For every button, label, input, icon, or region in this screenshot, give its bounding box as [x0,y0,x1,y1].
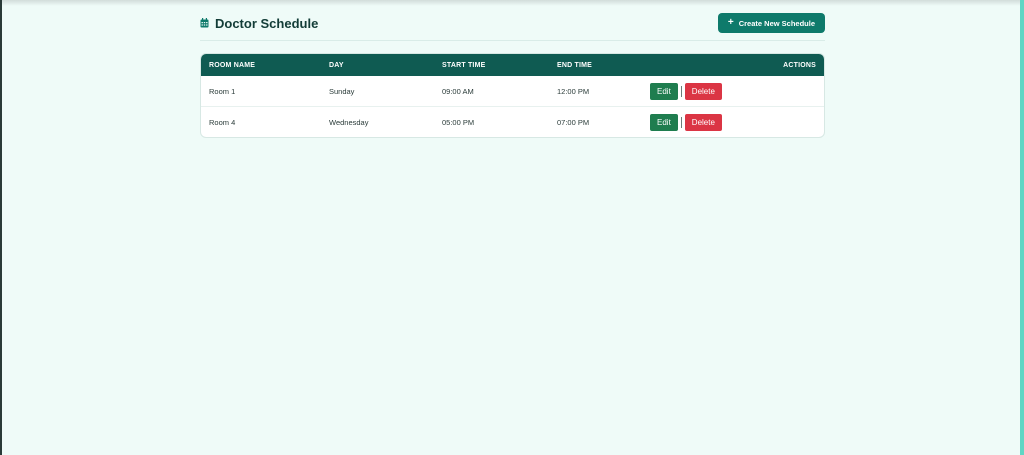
page: Doctor Schedule + Create New Schedule RO… [0,0,1024,455]
cell-day: Wednesday [329,117,369,127]
column-header-end: END TIME [557,61,593,69]
table-header-row: ROOM NAME DAY START TIME END TIME ACTION… [201,54,824,76]
cell-end-time: 12:00 PM [557,86,590,96]
action-separator [680,85,682,97]
cell-start-time: 05:00 PM [442,117,475,127]
create-schedule-label: Create New Schedule [738,18,815,28]
plus-icon: + [727,17,734,28]
cell-end-time: 07:00 PM [557,117,590,127]
cell-start-time: 09:00 AM [442,86,474,96]
calendar-icon [200,18,209,28]
table-row: Room 1 Sunday 09:00 AM 12:00 PM Edit Del… [201,76,824,107]
cell-room: Room 1 [209,86,236,96]
page-title: Doctor Schedule [215,15,319,31]
column-header-room: ROOM NAME [209,61,256,69]
cell-actions: Edit Delete [642,107,824,138]
row-actions: Edit Delete [650,76,816,106]
cell-room: Room 4 [209,117,236,127]
action-separator [680,116,682,128]
column-header-day: DAY [329,61,344,69]
table-row: Room 4 Wednesday 05:00 PM 07:00 PM Edit … [201,106,824,138]
top-shadow [2,0,1022,6]
schedule-table: ROOM NAME DAY START TIME END TIME ACTION… [201,54,824,137]
column-header-start: START TIME [442,61,486,69]
cell-day: Sunday [329,86,355,96]
page-header: Doctor Schedule + Create New Schedule [200,12,825,34]
delete-button[interactable]: Delete [684,113,722,131]
header-divider [200,40,825,41]
create-schedule-button[interactable]: + Create New Schedule [717,13,825,33]
title-group: Doctor Schedule [200,16,318,31]
cell-actions: Edit Delete [642,76,824,107]
column-header-actions: ACTIONS [783,61,816,69]
scrollbar[interactable] [1020,0,1024,455]
edit-button[interactable]: Edit [650,82,678,100]
main-content: Doctor Schedule + Create New Schedule RO… [200,10,825,138]
delete-button[interactable]: Delete [684,82,722,100]
schedule-table-card: ROOM NAME DAY START TIME END TIME ACTION… [200,53,825,138]
edit-button[interactable]: Edit [650,113,678,131]
row-actions: Edit Delete [650,107,816,137]
